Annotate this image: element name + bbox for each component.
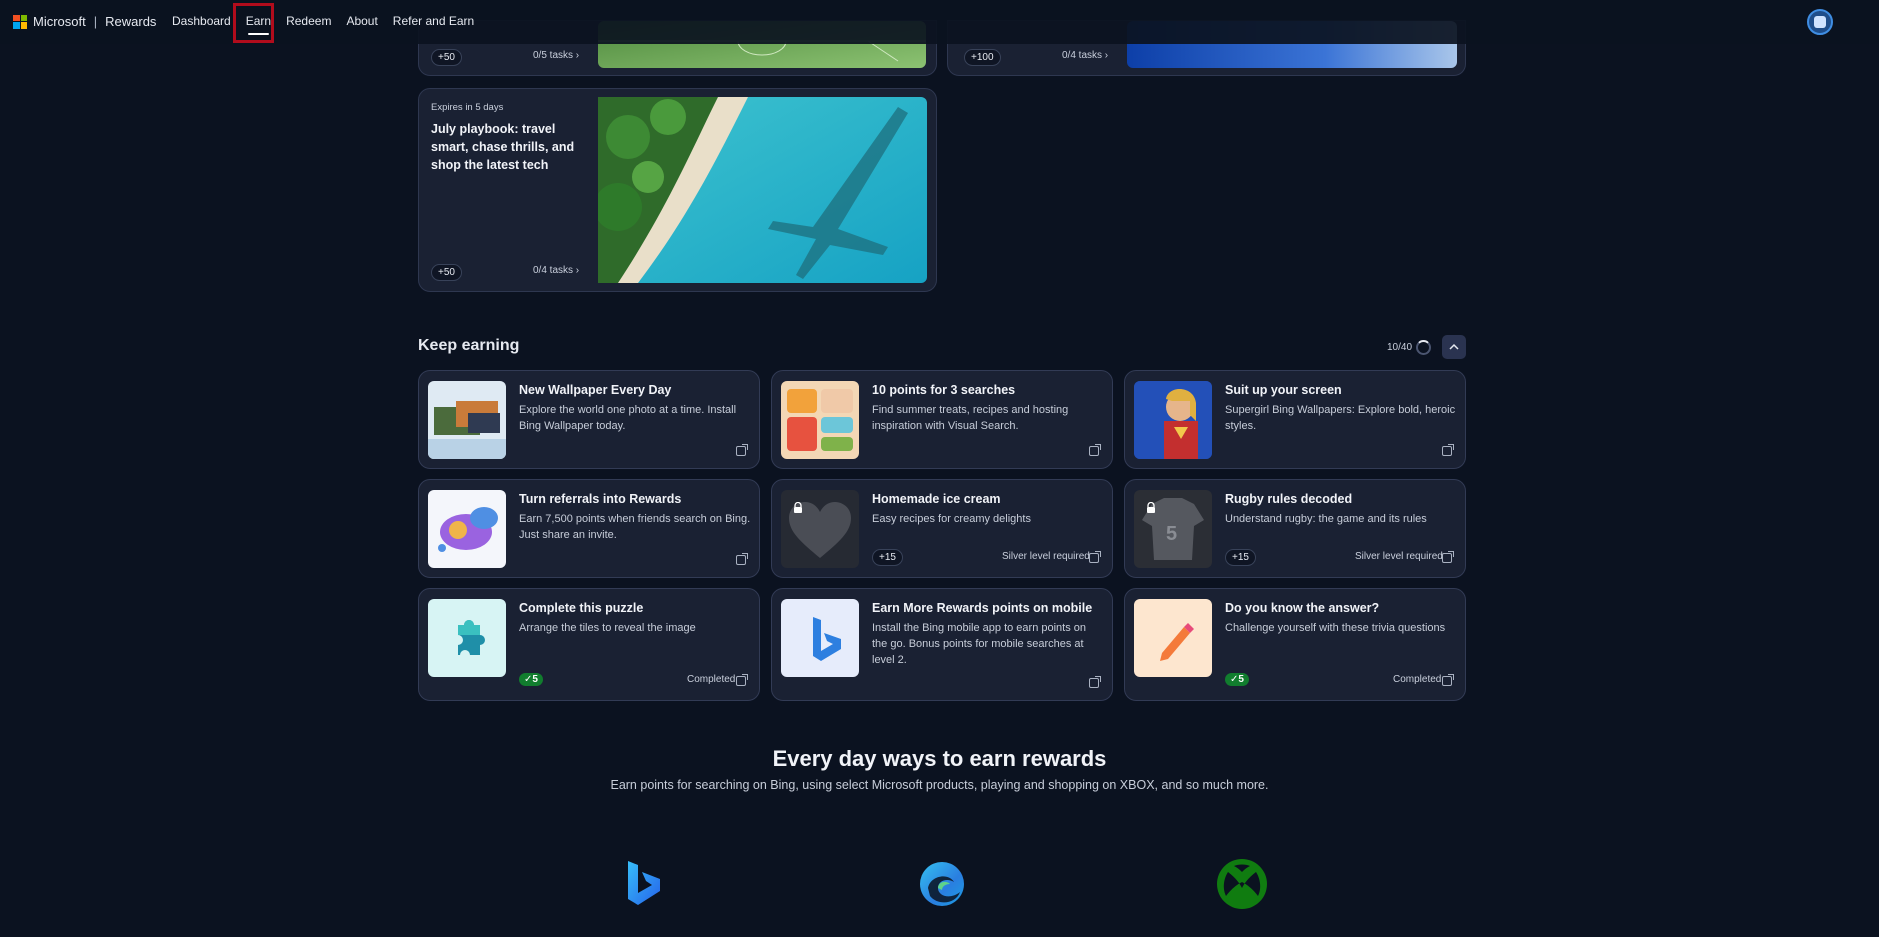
beach-airplane-image — [598, 97, 927, 283]
card-do-you-know-answer[interactable]: Do you know the answer? Challenge yourse… — [1124, 588, 1466, 701]
card-earn-more-mobile[interactable]: Earn More Rewards points on mobile Insta… — [771, 588, 1113, 701]
bing-logo-icon[interactable] — [624, 859, 664, 909]
brand-name: Microsoft — [33, 14, 86, 29]
supergirl-thumbnail — [1134, 381, 1212, 459]
external-link-icon — [1442, 551, 1454, 563]
points-badge: +50 — [431, 264, 462, 281]
microsoft-logo-icon — [13, 14, 27, 29]
brand-separator: | — [93, 14, 98, 29]
nav-refer-and-earn[interactable]: Refer and Earn — [393, 12, 474, 30]
external-link-icon — [736, 553, 748, 565]
external-link-icon — [736, 444, 748, 456]
completed-points-badge: ✓5 — [1225, 673, 1249, 686]
puzzle-icon — [458, 620, 485, 655]
card-description: Supergirl Bing Wallpapers: Explore bold,… — [1225, 404, 1456, 432]
microsoft-rewards-logo[interactable]: Microsoft | Rewards — [13, 14, 156, 29]
card-description: Easy recipes for creamy delights — [872, 513, 1031, 525]
external-link-icon — [1442, 444, 1454, 456]
referrals-thumbnail — [428, 490, 506, 568]
card-suit-up-your-screen[interactable]: Suit up your screen Supergirl Bing Wallp… — [1124, 370, 1466, 469]
requirement-text: Silver level required — [1355, 551, 1443, 562]
completed-status: Completed — [687, 674, 736, 685]
card-complete-puzzle[interactable]: Complete this puzzle Arrange the tiles t… — [418, 588, 760, 701]
pencil-icon — [1160, 623, 1194, 661]
lock-icon — [792, 501, 804, 513]
card-title: Do you know the answer? — [1225, 601, 1380, 615]
completed-points-badge: ✓5 — [519, 673, 543, 686]
earn-highlight-box — [233, 3, 274, 43]
card-rugby-rules[interactable]: 5 Rugby rules decoded Understand rugby: … — [1124, 479, 1466, 578]
chevron-up-icon — [1449, 343, 1459, 350]
external-link-icon — [1442, 674, 1454, 686]
trivia-thumbnail — [1134, 599, 1212, 677]
card-title: Rugby rules decoded — [1225, 492, 1353, 506]
card-description: Challenge yourself with these trivia que… — [1225, 622, 1446, 634]
external-link-icon — [1089, 551, 1101, 563]
nav-dashboard[interactable]: Dashboard — [172, 12, 231, 30]
xbox-logo-icon[interactable] — [1216, 858, 1268, 910]
nav-redeem[interactable]: Redeem — [286, 12, 331, 30]
card-title: New Wallpaper Every Day — [519, 383, 672, 397]
nav-links: Dashboard Earn Redeem About Refer and Ea… — [172, 12, 489, 35]
keep-earning-progress: 10/40 — [1387, 342, 1413, 353]
edge-logo-icon[interactable] — [918, 860, 966, 908]
card-homemade-ice-cream[interactable]: Homemade ice cream Easy recipes for crea… — [771, 479, 1113, 578]
card-title: Complete this puzzle — [519, 601, 644, 615]
card-description: Earn 7,500 points when friends search on… — [519, 513, 751, 541]
card-title: 10 points for 3 searches — [872, 383, 1016, 397]
card-10-points-3-searches[interactable]: 10 points for 3 searches Find summer tre… — [771, 370, 1113, 469]
expiry-text: Expires in 5 days — [431, 102, 504, 113]
avatar-icon[interactable] — [1807, 9, 1833, 35]
requirement-text: Silver level required — [1002, 551, 1090, 562]
tasks-progress[interactable]: 0/4 tasks › — [533, 265, 579, 276]
puzzle-thumbnail — [428, 599, 506, 677]
card-new-wallpaper[interactable]: New Wallpaper Every Day Explore the worl… — [418, 370, 760, 469]
svg-text:5: 5 — [1166, 523, 1177, 545]
nav-about[interactable]: About — [346, 12, 377, 30]
card-description: Arrange the tiles to reveal the image — [519, 622, 696, 634]
playbook-card[interactable]: Expires in 5 days July playbook: travel … — [418, 88, 937, 292]
card-title: Suit up your screen — [1225, 383, 1342, 397]
completed-status: Completed — [1393, 674, 1442, 685]
bing-icon — [813, 617, 841, 661]
card-description: Find summer treats, recipes and hosting … — [872, 404, 1069, 432]
product-name: Rewards — [105, 14, 157, 29]
every-day-subtitle: Earn points for searching on Bing, using… — [610, 778, 1269, 792]
collapse-button[interactable] — [1442, 335, 1466, 359]
tasks-progress[interactable]: 0/5 tasks › — [533, 50, 579, 61]
external-link-icon — [736, 674, 748, 686]
card-title: Homemade ice cream — [872, 492, 1001, 506]
points-badge: +15 — [872, 549, 903, 566]
card-description: Understand rugby: the game and its rules — [1225, 513, 1427, 525]
playbook-title: July playbook: travel smart, chase thril… — [431, 122, 575, 172]
points-badge: +15 — [1225, 549, 1256, 566]
card-description: Install the Bing mobile app to earn poin… — [872, 622, 1087, 666]
points-badge: +50 — [431, 49, 462, 66]
lock-icon — [1145, 501, 1157, 513]
card-title: Turn referrals into Rewards — [519, 492, 682, 506]
bing-mobile-thumbnail — [781, 599, 859, 677]
external-link-icon — [1089, 676, 1101, 688]
top-nav: Microsoft | Rewards Dashboard Earn Redee… — [0, 0, 1879, 44]
external-link-icon — [1089, 444, 1101, 456]
keep-earning-title: Keep earning — [418, 337, 520, 354]
card-title: Earn More Rewards points on mobile — [872, 601, 1093, 615]
points-badge: +100 — [964, 49, 1001, 66]
card-turn-referrals[interactable]: Turn referrals into Rewards Earn 7,500 p… — [418, 479, 760, 578]
tasks-progress[interactable]: 0/4 tasks › — [1062, 50, 1108, 61]
card-description: Explore the world one photo at a time. I… — [519, 404, 737, 432]
every-day-title: Every day ways to earn rewards — [772, 746, 1107, 771]
visual-search-thumbnail — [781, 381, 859, 459]
progress-ring-icon — [1416, 340, 1431, 355]
wallpaper-thumbnail — [428, 381, 506, 459]
